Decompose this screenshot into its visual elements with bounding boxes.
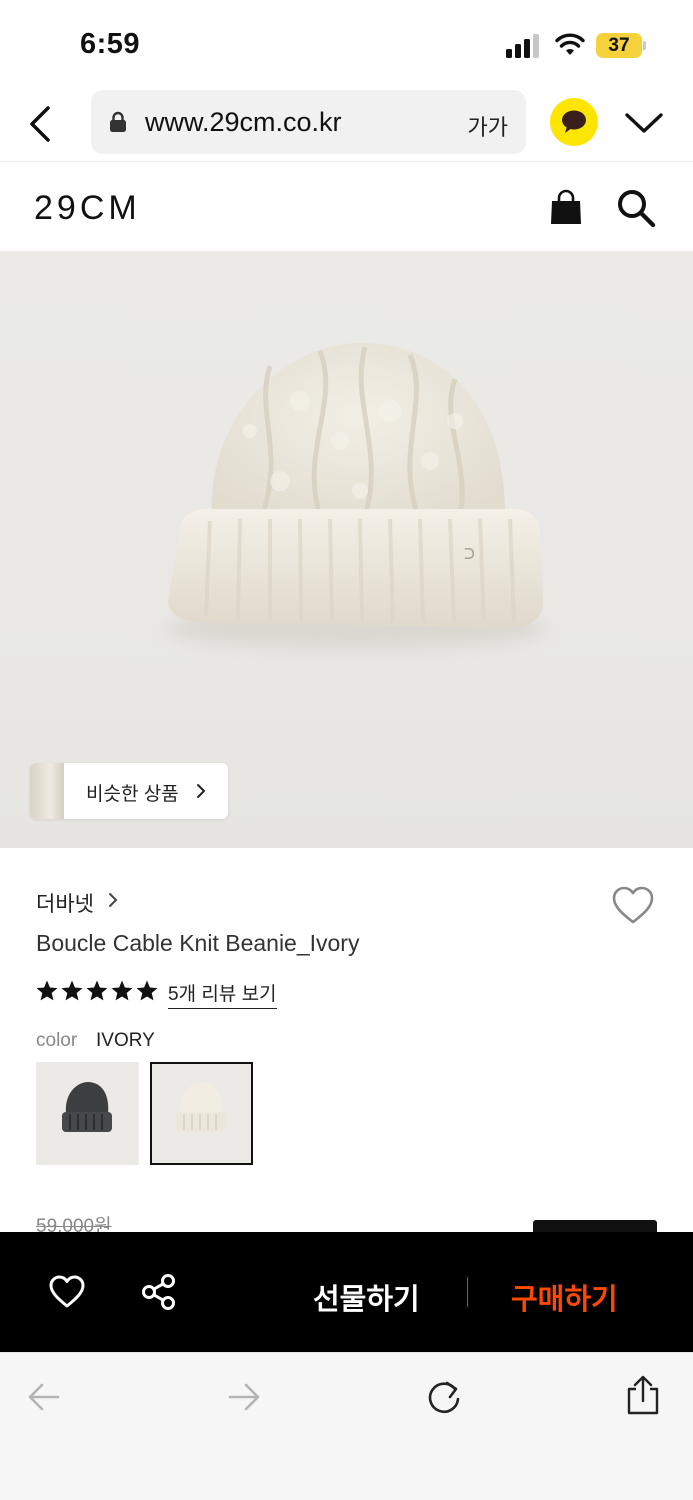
share-upload-icon[interactable]	[624, 1375, 662, 1415]
product-name: Boucle Cable Knit Beanie_Ivory	[36, 930, 360, 956]
wifi-icon	[555, 33, 585, 55]
shopping-bag-icon[interactable]	[548, 189, 584, 225]
color-swatch-ivory[interactable]	[150, 1062, 253, 1165]
color-swatch-charcoal[interactable]	[36, 1062, 139, 1165]
reload-icon[interactable]	[425, 1379, 463, 1417]
heart-icon[interactable]	[611, 886, 655, 926]
similar-products-button[interactable]: 비슷한 상품	[30, 763, 228, 819]
heart-icon[interactable]	[48, 1275, 86, 1309]
button-divider	[467, 1277, 468, 1307]
search-icon[interactable]	[616, 188, 656, 228]
chat-bubble-icon	[562, 110, 586, 133]
color-option-value: IVORY	[96, 1030, 155, 1051]
rating-stars	[36, 980, 158, 1001]
star-icon	[136, 980, 158, 1001]
similar-products-label: 비슷한 상품	[86, 784, 179, 805]
color-option-label: color	[36, 1030, 78, 1051]
battery-level: 37	[608, 35, 630, 56]
star-icon	[86, 980, 108, 1001]
status-bar: 6:59 37	[0, 0, 693, 90]
review-link[interactable]: 5개 리뷰 보기	[168, 979, 277, 1009]
url-text: www.29cm.co.kr	[145, 107, 342, 137]
share-icon[interactable]	[141, 1273, 177, 1311]
chevron-down-icon[interactable]	[624, 110, 664, 136]
purchase-bar: 선물하기 구매하기	[0, 1232, 693, 1352]
lock-icon	[110, 111, 126, 132]
charcoal-beanie-thumbnail	[62, 1082, 112, 1132]
site-header: 29CM	[0, 163, 693, 251]
url-field[interactable]: www.29cm.co.kr 가가	[91, 90, 526, 154]
kakaotalk-button[interactable]	[550, 98, 598, 146]
product-image[interactable]: ᑐ 비슷한 상품	[0, 251, 693, 848]
product-info: 더바넷 Boucle Cable Knit Beanie_Ivory 5개 리뷰…	[0, 848, 693, 1237]
star-icon	[36, 980, 58, 1001]
star-icon	[111, 980, 133, 1001]
status-time: 6:59	[80, 28, 141, 60]
buy-button[interactable]: 구매하기	[511, 1276, 618, 1318]
coupon-button[interactable]	[533, 1220, 657, 1232]
site-logo[interactable]: 29CM	[34, 189, 141, 228]
back-chevron-icon[interactable]	[24, 104, 58, 144]
similar-products-thumbnail	[30, 763, 64, 819]
gift-button[interactable]: 선물하기	[313, 1276, 420, 1318]
back-arrow-icon[interactable]	[26, 1379, 62, 1415]
chevron-right-icon[interactable]	[108, 892, 118, 908]
battery-nub	[643, 41, 646, 50]
forward-arrow-icon[interactable]	[226, 1379, 262, 1415]
battery-indicator: 37	[596, 33, 646, 58]
ivory-beanie-thumbnail	[176, 1082, 226, 1132]
beanie-illustration: ᑐ	[166, 343, 546, 649]
browser-address-bar: www.29cm.co.kr 가가	[0, 88, 693, 162]
logo-tag-mark: ᑐ	[464, 545, 475, 563]
chevron-right-icon	[197, 784, 206, 798]
text-size-button[interactable]: 가가	[468, 110, 508, 142]
browser-toolbar	[0, 1352, 693, 1500]
cellular-signal-icon	[506, 34, 539, 58]
star-icon	[61, 980, 83, 1001]
brand-name[interactable]: 더바넷	[36, 888, 94, 918]
